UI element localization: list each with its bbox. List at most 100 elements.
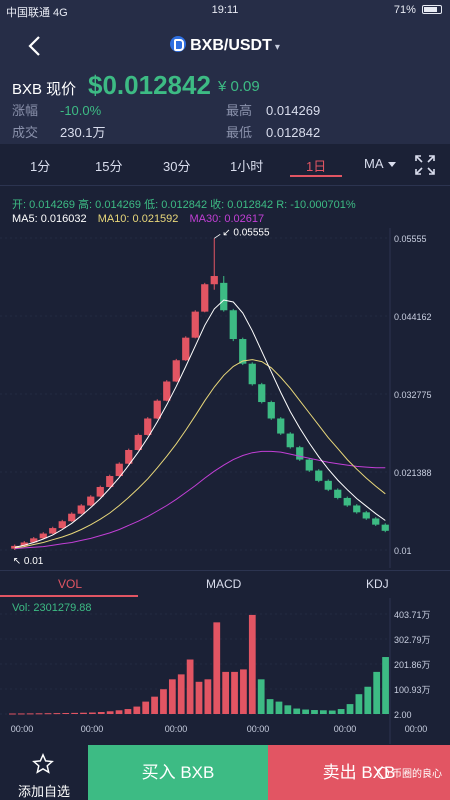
candle-body — [239, 339, 247, 364]
volume-bar — [133, 706, 141, 714]
volume-axis-label: 403.71万 — [394, 610, 431, 620]
current-price: $0.012842 — [88, 70, 211, 100]
candle-body — [267, 402, 275, 419]
candle-body — [163, 381, 171, 401]
ma30-value: MA30: 0.02617 — [189, 213, 265, 225]
tab-macd[interactable]: MACD — [206, 577, 241, 591]
volume-bar — [328, 710, 336, 714]
volume-axis-label: 302.79万 — [394, 635, 431, 645]
candle-body — [172, 360, 180, 382]
market-header: BXB/USDT ▾ BXB 现价 $0.012842 ¥ 0.09 涨幅 -10.… — [0, 22, 450, 144]
volume-bar — [9, 713, 16, 715]
candle-body — [201, 284, 209, 312]
battery-percent: 71% — [393, 4, 416, 16]
ma-indicator-dropdown[interactable]: MA — [364, 156, 396, 171]
volume-bar — [17, 713, 25, 715]
status-bar: 中国联通 4G 19:11 71% — [0, 0, 450, 22]
tab-kdj[interactable]: KDJ — [366, 577, 389, 591]
active-subtab-underline — [0, 595, 138, 597]
price-axis-label: 0.05555 — [394, 234, 427, 244]
candle-body — [381, 524, 389, 531]
tab-vol[interactable]: VOL — [58, 577, 82, 591]
volume-bar — [311, 710, 318, 714]
candle-body — [87, 496, 95, 506]
ohlc-readout: 开: 0.014269 高: 0.014269 低: 0.012842 收: 0… — [12, 199, 356, 211]
star-icon — [32, 753, 54, 774]
candle-body — [334, 489, 342, 498]
ma-legend: MA5: 0.016032 MA10: 0.021592 MA30: 0.026… — [12, 213, 272, 225]
candle-body — [353, 505, 361, 513]
volume-bar — [231, 671, 238, 714]
time-axis-label: 00:00 — [334, 724, 357, 734]
change-value: -10.0% — [60, 103, 102, 118]
candle-body — [362, 512, 370, 519]
candle-body — [258, 384, 266, 403]
dropdown-arrow-icon — [387, 162, 396, 167]
time-axis-label: 00:00 — [405, 724, 428, 734]
pair-selector[interactable]: BXB/USDT ▾ — [0, 36, 450, 55]
volume-bar — [248, 614, 256, 714]
buy-button[interactable]: 买入 BXB — [88, 745, 268, 800]
candle-body — [296, 447, 304, 460]
indicator-tabs: VOL MACD KDJ — [0, 570, 450, 597]
candle-body — [324, 480, 332, 490]
tab-30min[interactable]: 30分 — [163, 156, 190, 175]
volume-bar — [240, 669, 247, 714]
candle-body — [372, 518, 380, 525]
volume-chart[interactable]: 403.71万 302.79万 201.86万 100.93万 2.00 00:00 00:… — [0, 598, 450, 744]
tab-1hour[interactable]: 1小时 — [230, 156, 263, 175]
volume-bar — [44, 713, 52, 715]
price-axis-label: 0.044162 — [394, 312, 432, 322]
price-axis-label: 0.01 — [394, 546, 412, 556]
watermark: 币圈的良心 — [377, 765, 442, 780]
add-favorite-label: 添加自选 — [17, 784, 70, 799]
volume-bar — [71, 712, 79, 714]
candle-body — [96, 486, 104, 497]
high-stat: 最高 0.014269 — [226, 103, 321, 118]
low-stat: 最低 0.012842 — [226, 125, 321, 140]
candle-body — [210, 276, 218, 285]
ma5-line — [14, 299, 386, 548]
low-value: 0.012842 — [266, 125, 321, 140]
volume-bar — [151, 696, 158, 714]
min-price-annotation: ↖ 0.01 — [13, 556, 44, 567]
volume-bar — [266, 699, 274, 714]
bottom-action-bar: 添加自选 买入 BXB 卖出 BXB 币圈的良心 — [0, 745, 450, 800]
volume-bar — [80, 712, 87, 714]
volume-bar — [284, 705, 292, 714]
tab-15min[interactable]: 15分 — [95, 156, 122, 175]
tab-1min[interactable]: 1分 — [30, 156, 50, 175]
volume-axis-label: 100.93万 — [394, 685, 431, 695]
wechat-logo-icon — [377, 767, 389, 779]
battery-icon — [422, 5, 442, 14]
candle-body — [191, 311, 199, 338]
candle-body — [49, 528, 57, 534]
tab-1day[interactable]: 1日 — [306, 156, 326, 175]
candlestick-chart[interactable]: 0.05555 0.044162 0.032775 0.021388 0.01 ↙ 0.0… — [0, 228, 450, 568]
volume-axis-label: 201.86万 — [394, 660, 431, 670]
chevron-down-icon: ▾ — [274, 42, 280, 53]
volume-bar — [319, 710, 327, 714]
volume-bar — [142, 701, 150, 714]
candle-body — [248, 363, 256, 385]
volume-bar — [373, 671, 381, 714]
volume-bar — [97, 712, 105, 714]
volume-value: 230.1万 — [60, 125, 106, 140]
volume-bar — [275, 701, 283, 714]
candle-body — [153, 400, 161, 419]
candle-body — [277, 418, 285, 434]
add-favorite-button[interactable]: 添加自选 — [0, 745, 88, 800]
price-axis-label: 0.021388 — [394, 468, 432, 478]
volume-bar — [168, 679, 176, 714]
time-axis-label: 00:00 — [165, 724, 188, 734]
candle-body — [286, 433, 294, 448]
ma10-value: MA10: 0.021592 — [97, 213, 179, 225]
fullscreen-icon[interactable] — [414, 154, 436, 176]
volume-bar — [337, 709, 345, 714]
candle-body — [68, 513, 76, 522]
candle-body — [77, 505, 85, 514]
volume-bar — [35, 713, 43, 715]
time-axis-label: 00:00 — [247, 724, 270, 734]
clock-text: 19:11 — [211, 4, 239, 16]
candle-body — [144, 418, 152, 435]
